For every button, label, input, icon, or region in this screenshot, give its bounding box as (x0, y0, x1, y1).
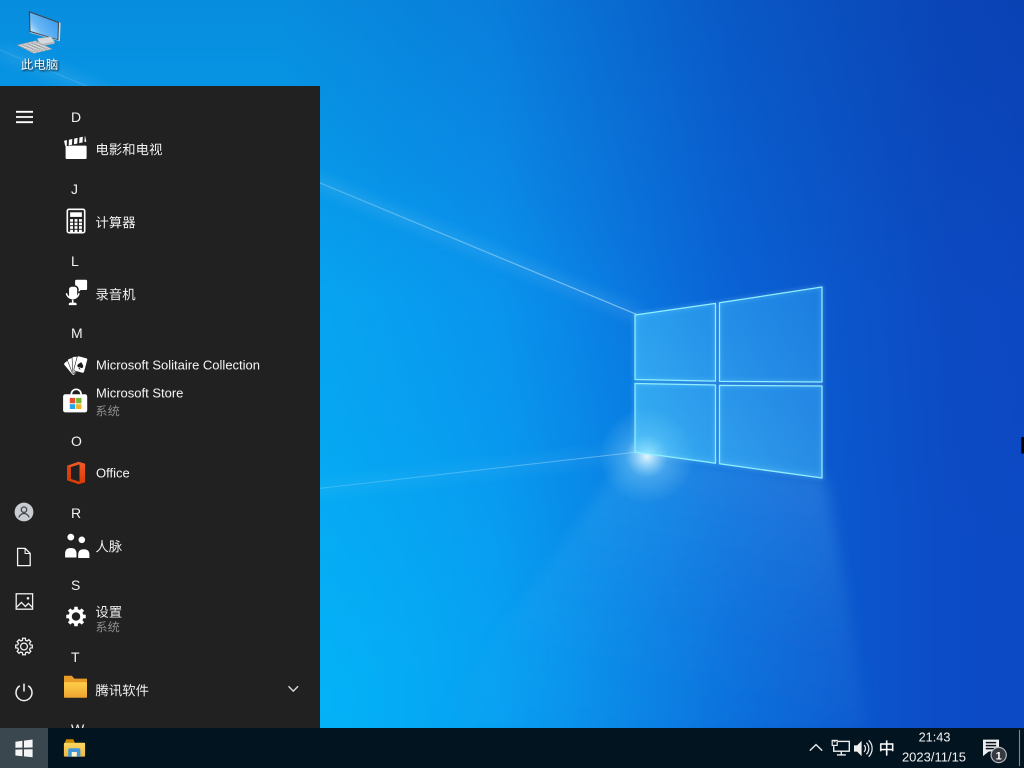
svg-text:2023/11/15: 2023/11/15 (902, 749, 966, 764)
svg-text:Office: Office (96, 466, 130, 481)
svg-text:D: D (71, 109, 81, 125)
svg-text:S: S (71, 577, 80, 593)
svg-text:J: J (71, 181, 78, 197)
svg-text:M: M (71, 325, 83, 341)
svg-text:T: T (71, 649, 80, 665)
svg-text:Microsoft Store: Microsoft Store (96, 386, 183, 401)
svg-text:R: R (71, 505, 81, 521)
svg-text:Microsoft Solitaire Collection: Microsoft Solitaire Collection (96, 358, 260, 373)
svg-text:L: L (71, 253, 79, 269)
svg-text:21:43: 21:43 (919, 731, 951, 745)
svg-text:1: 1 (996, 750, 1002, 762)
svg-text:O: O (71, 433, 82, 449)
